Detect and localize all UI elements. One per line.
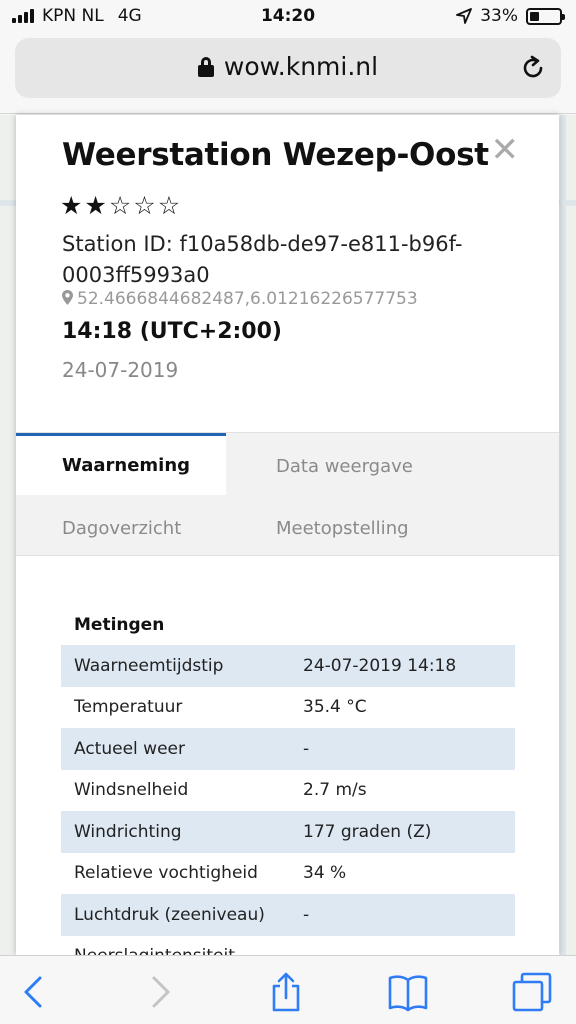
rating-stars: ★★☆☆☆ — [60, 191, 182, 220]
browser-top-bar: wow.knmi.nl — [0, 34, 576, 114]
close-icon[interactable]: ✕ — [491, 133, 520, 167]
status-bar: KPN NL 4G 14:20 33% — [0, 0, 576, 34]
row-value: - — [303, 738, 310, 759]
row-value: 2.7 m/s — [303, 780, 367, 801]
metingen-title: Metingen — [74, 615, 165, 635]
row-value: 177 graden (Z) — [303, 821, 432, 842]
row-label: Neerslagintensiteit — [61, 946, 303, 955]
table-row: Temperatuur 35.4 °C — [61, 687, 515, 729]
lock-icon — [197, 57, 214, 77]
tab-meetopstelling[interactable]: Meetopstelling — [276, 497, 409, 559]
address-bar[interactable]: wow.knmi.nl — [15, 38, 561, 98]
coordinates: 52.4666844682487,6.01216226577753 — [62, 289, 418, 309]
row-label: Relatieve vochtigheid — [74, 863, 258, 884]
station-popup: Weerstation Wezep-Oost ✕ ★★☆☆☆ Station I… — [16, 115, 559, 955]
battery-fill — [530, 11, 540, 21]
star-filled-icon: ★ — [84, 191, 109, 220]
station-id: Station ID: f10a58db-de97-e811-b96f-0003… — [62, 232, 463, 287]
observation-time: 14:18 (UTC+2:00) — [62, 319, 282, 344]
tab-dagoverzicht[interactable]: Dagoverzicht — [62, 497, 181, 559]
star-empty-icon: ☆ — [108, 191, 134, 220]
coordinates-text: 52.4666844682487,6.01216226577753 — [77, 289, 418, 309]
table-row: Actueel weer - — [61, 728, 515, 770]
row-value: 34 % — [303, 863, 347, 884]
battery-percent: 33% — [480, 6, 518, 26]
table-row: Neerslagintensiteit — [61, 936, 515, 955]
browser-toolbar — [0, 955, 576, 1024]
url-text[interactable]: wow.knmi.nl — [224, 52, 378, 81]
chevron-right-icon[interactable] — [140, 972, 180, 1012]
row-value: 35.4 °C — [303, 697, 367, 718]
row-label: Windsnelheid — [74, 780, 189, 801]
table-row: Windrichting 177 graden (Z) — [61, 811, 515, 853]
chevron-left-icon[interactable] — [14, 972, 54, 1012]
tab-bar: Waarneming Data weergave Dagoverzicht Me… — [16, 432, 559, 556]
row-label: Temperatuur — [74, 697, 183, 718]
map-road — [560, 115, 566, 955]
star-filled-icon: ★ — [60, 191, 85, 220]
star-empty-icon: ☆ — [157, 191, 183, 220]
map-pin-icon — [62, 290, 73, 305]
table-row: Luchtdruk (zeeniveau) - — [61, 894, 515, 936]
observation-date: 24-07-2019 — [62, 358, 179, 382]
address-text-container[interactable]: wow.knmi.nl — [15, 52, 561, 81]
tab-waarneming[interactable]: Waarneming — [16, 433, 226, 495]
row-label: Windrichting — [74, 821, 182, 842]
row-value: 24-07-2019 14:18 — [303, 655, 457, 676]
table-row: Relatieve vochtigheid 34 % — [61, 853, 515, 895]
battery-icon — [526, 7, 565, 25]
row-label: Waarneemtijdstip — [74, 655, 224, 676]
row-label: Luchtdruk (zeeniveau) — [74, 904, 265, 925]
reload-icon[interactable] — [519, 54, 547, 82]
tab-data-weergave[interactable]: Data weergave — [276, 435, 413, 497]
metingen-table: Waarneemtijdstip 24-07-2019 14:18 Temperat… — [61, 645, 515, 955]
table-row: Waarneemtijdstip 24-07-2019 14:18 — [61, 645, 515, 687]
table-row: Windsnelheid 2.7 m/s — [61, 770, 515, 812]
status-right: 33% — [456, 6, 565, 26]
location-arrow-icon — [456, 8, 473, 24]
row-value: - — [303, 904, 310, 925]
book-icon[interactable] — [388, 972, 428, 1012]
star-empty-icon: ☆ — [133, 191, 158, 220]
share-icon[interactable] — [266, 972, 306, 1012]
station-title: Weerstation Wezep-Oost — [62, 137, 489, 173]
tabs-icon[interactable] — [512, 972, 552, 1012]
row-label: Actueel weer — [74, 738, 185, 759]
